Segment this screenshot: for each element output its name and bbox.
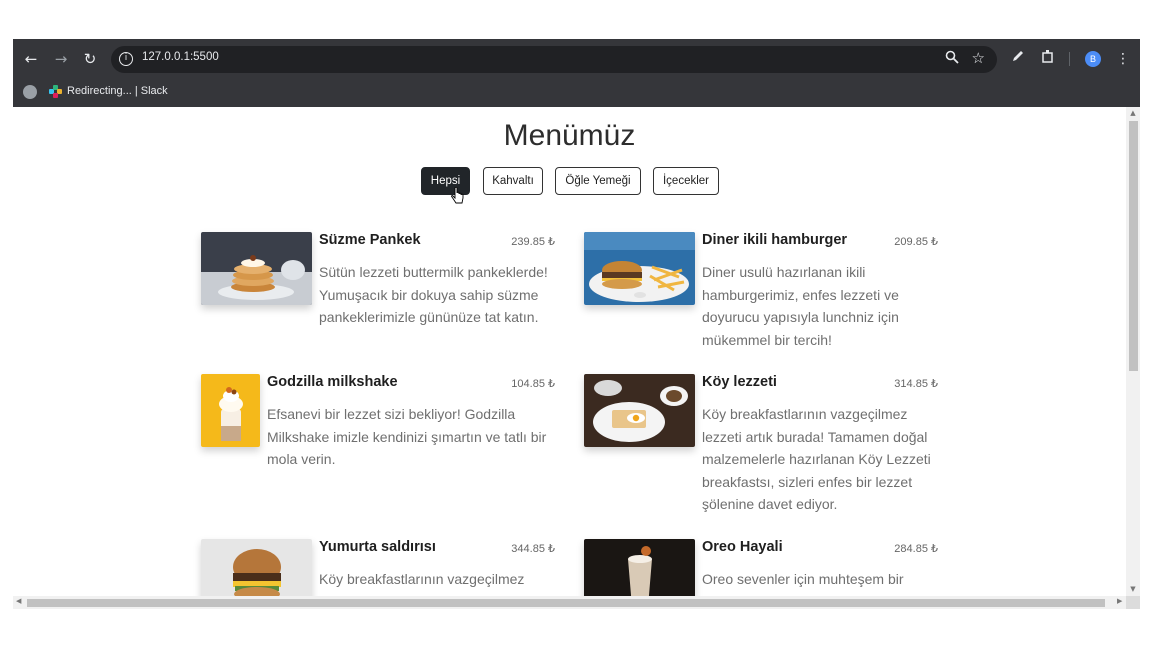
toolbar-divider bbox=[1069, 52, 1070, 66]
item-title: Köy lezzeti bbox=[702, 374, 777, 390]
item-price: 314.85 ₺ bbox=[894, 378, 938, 390]
bookmark-star-icon[interactable]: ☆ bbox=[972, 49, 985, 67]
filter-lunch-button[interactable]: Öğle Yemeği bbox=[555, 167, 641, 195]
scroll-left-arrow-icon[interactable]: ◀ bbox=[16, 597, 21, 605]
item-title: Godzilla milkshake bbox=[267, 374, 398, 390]
site-info-icon[interactable]: i bbox=[119, 52, 133, 66]
horizontal-scrollbar[interactable]: ◀ ▶ bbox=[13, 596, 1126, 609]
item-description: Diner usulü hazırlanan ikili hamburgerim… bbox=[702, 264, 899, 348]
item-title: Süzme Pankek bbox=[319, 232, 421, 248]
filter-drinks-button[interactable]: İçecekler bbox=[653, 167, 719, 195]
bookmark-slack[interactable]: Redirecting... | Slack bbox=[67, 85, 168, 97]
profile-avatar[interactable]: B bbox=[1085, 51, 1101, 67]
breakfast-image bbox=[584, 374, 695, 447]
item-title: Yumurta saldırısı bbox=[319, 539, 436, 555]
oreo-shake-image bbox=[584, 539, 695, 596]
item-description: Köy breakfastlarının vazgeçilmez lezzeti… bbox=[702, 406, 931, 512]
browser-toolbar: ← → ↻ i 127.0.0.1:5500 ☆ B ⋮ bbox=[13, 39, 1140, 79]
back-arrow-icon[interactable]: ← bbox=[21, 49, 41, 69]
egg-burger-image bbox=[201, 539, 312, 596]
item-description: Sütün lezzeti buttermilk pankeklerde! Yu… bbox=[319, 264, 548, 325]
hand-cursor-icon bbox=[451, 187, 464, 204]
scroll-up-arrow-icon[interactable]: ▲ bbox=[1129, 109, 1137, 117]
item-description: Oreo sevenler için muhteşem bir bbox=[702, 571, 904, 587]
browser-window: ← → ↻ i 127.0.0.1:5500 ☆ B ⋮ Redirecting… bbox=[13, 39, 1140, 609]
pancake-image bbox=[201, 232, 312, 305]
item-price: 209.85 ₺ bbox=[894, 236, 938, 248]
page-title: Menümüz bbox=[503, 119, 636, 152]
filter-breakfast-button[interactable]: Kahvaltı bbox=[483, 167, 543, 195]
address-url[interactable]: 127.0.0.1:5500 bbox=[142, 51, 219, 63]
item-price: 344.85 ₺ bbox=[511, 543, 555, 555]
item-title: Diner ikili hamburger bbox=[702, 232, 848, 248]
reload-icon[interactable]: ↻ bbox=[80, 49, 100, 69]
hamburger-image bbox=[584, 232, 695, 305]
pen-icon[interactable] bbox=[1008, 49, 1028, 69]
vertical-scroll-thumb[interactable] bbox=[1129, 121, 1138, 371]
milkshake-image bbox=[201, 374, 260, 447]
page-viewport: Menümüz Hepsi Kahvaltı Öğle Yemeği İçece… bbox=[13, 107, 1126, 596]
scrollbar-corner bbox=[1126, 596, 1140, 609]
bookmarks-bar: Redirecting... | Slack bbox=[13, 79, 1140, 107]
extensions-icon[interactable] bbox=[1038, 49, 1058, 69]
horizontal-scroll-thumb[interactable] bbox=[27, 599, 1105, 607]
item-description: Efsanevi bir lezzet sizi bekliyor! Godzi… bbox=[267, 406, 547, 467]
scroll-right-arrow-icon[interactable]: ▶ bbox=[1117, 597, 1122, 605]
globe-icon[interactable] bbox=[23, 85, 37, 99]
item-description: Köy breakfastlarının vazgeçilmez bbox=[319, 571, 525, 587]
item-title: Oreo Hayali bbox=[702, 539, 783, 555]
vertical-scrollbar[interactable]: ▲ ▼ bbox=[1126, 107, 1140, 596]
slack-icon bbox=[49, 85, 62, 98]
more-menu-icon[interactable]: ⋮ bbox=[1113, 49, 1133, 69]
item-price: 284.85 ₺ bbox=[894, 543, 938, 555]
scroll-down-arrow-icon[interactable]: ▼ bbox=[1129, 585, 1137, 593]
item-price: 104.85 ₺ bbox=[511, 378, 555, 390]
zoom-icon[interactable] bbox=[945, 50, 959, 68]
item-price: 239.85 ₺ bbox=[511, 236, 555, 248]
forward-arrow-icon[interactable]: → bbox=[51, 49, 71, 69]
address-bar[interactable]: i 127.0.0.1:5500 ☆ bbox=[111, 46, 997, 73]
